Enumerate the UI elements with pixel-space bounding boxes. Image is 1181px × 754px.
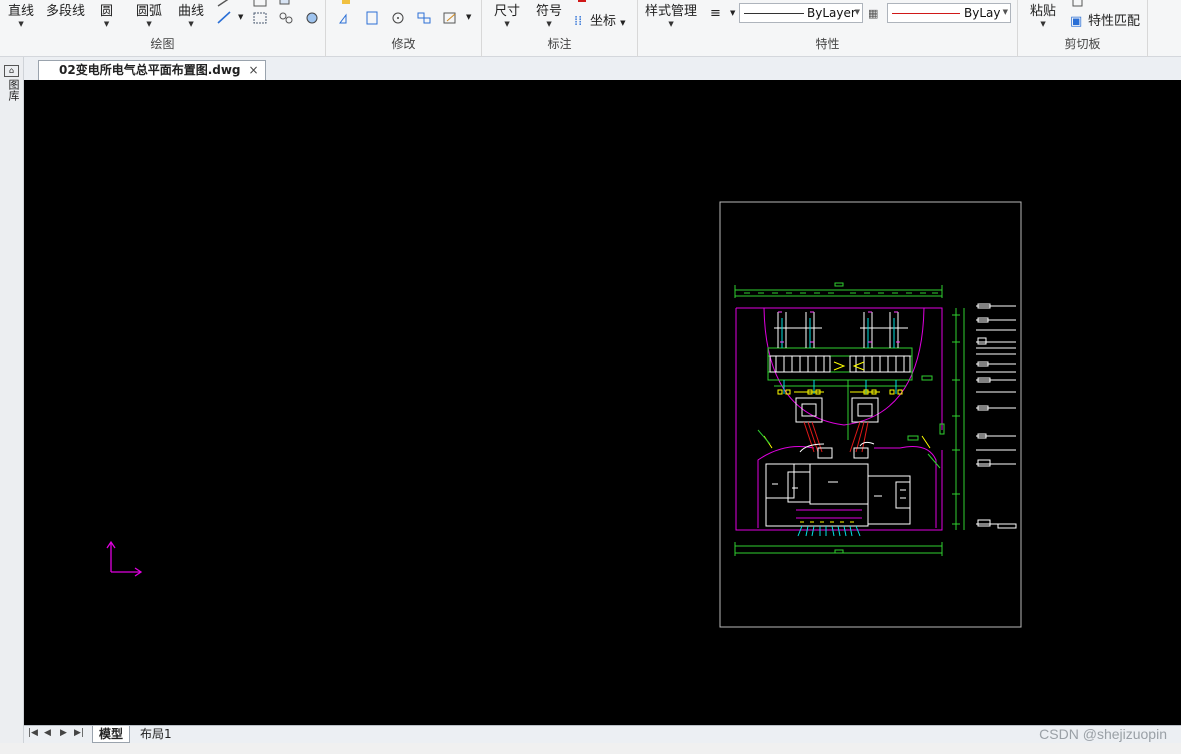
annotate-panel: 尺寸 ▼ 符号 ▼ ⁞⁞ 坐标 ▼ 标注 bbox=[482, 0, 638, 57]
array-icon[interactable] bbox=[416, 11, 432, 25]
annotate-panel-title: 标注 bbox=[547, 37, 572, 51]
tab-layout1[interactable]: 布局1 bbox=[134, 726, 178, 743]
legend-table bbox=[976, 303, 1017, 529]
edit-icon[interactable] bbox=[442, 11, 458, 25]
document-tab-title: 02变电所电气总平面布置图.dwg bbox=[59, 63, 241, 77]
modify-panel: ▼ 修改 bbox=[326, 0, 482, 57]
chevron-down-icon: ▼ bbox=[854, 8, 860, 16]
linetype-preview bbox=[744, 13, 804, 14]
hatch-icon[interactable] bbox=[252, 11, 268, 25]
chevron-down-icon[interactable]: ▼ bbox=[730, 9, 735, 17]
tab-model[interactable]: 模型 bbox=[92, 726, 131, 743]
document-tab[interactable]: 02变电所电气总平面布置图.dwg × bbox=[38, 60, 266, 80]
close-icon[interactable]: × bbox=[248, 61, 258, 80]
chevron-down-icon: ▼ bbox=[188, 20, 194, 28]
move-icon[interactable] bbox=[338, 0, 354, 8]
library-label[interactable]: 图库 bbox=[5, 79, 20, 101]
properties-panel: 样式管理▼ ≡ ▼ ByLayer ▼ ▦ ByLayer ▼ 特性 bbox=[638, 0, 1018, 57]
prev-tab-icon[interactable]: ◀ bbox=[44, 728, 51, 738]
linetype-value: ByLayer bbox=[807, 6, 856, 20]
coordinate-icon: ⁞⁞ bbox=[574, 14, 583, 29]
chevron-down-icon: ▼ bbox=[103, 20, 110, 28]
rectangle-icon[interactable] bbox=[252, 0, 268, 8]
color-value: ByLayer bbox=[964, 6, 1000, 20]
lineweight-icon[interactable]: ≡ bbox=[710, 6, 721, 21]
style-manager-button[interactable]: 样式管理 ▼ bbox=[645, 0, 697, 28]
properties-panel-title: 特性 bbox=[815, 37, 840, 51]
ribbon: 直线 ▼ 多段线 圆 ▼ 圆弧 ▼ 曲线 ▼ ▼ 绘图 ▼ 修改 尺寸 ▼ 符号… bbox=[0, 0, 1181, 57]
arc-button[interactable]: 圆弧 ▼ bbox=[136, 0, 162, 28]
rotate-icon[interactable] bbox=[390, 11, 406, 25]
linetype-scale-icon[interactable]: ▦ bbox=[868, 7, 878, 20]
polyline-button[interactable]: 多段线 bbox=[46, 0, 85, 19]
library-icon[interactable]: ⌂ bbox=[4, 65, 19, 77]
clipboard-panel: 粘贴 ▼ ▣ 特性匹配 剪切板 bbox=[1018, 0, 1148, 57]
color-preview bbox=[892, 13, 960, 14]
chevron-down-icon: ▼ bbox=[546, 20, 552, 28]
left-sidebar: ⌂ 图库 bbox=[0, 57, 24, 754]
circle-button[interactable]: 圆 ▼ bbox=[100, 0, 113, 28]
linetype-select[interactable]: ByLayer ▼ bbox=[739, 3, 863, 23]
ray-icon[interactable] bbox=[216, 0, 232, 8]
leader-icon[interactable] bbox=[574, 0, 590, 8]
match-properties-icon: ▣ bbox=[1070, 14, 1083, 29]
chevron-down-icon: ▼ bbox=[18, 20, 24, 28]
chevron-down-icon: ▼ bbox=[146, 20, 152, 28]
stretch-icon[interactable] bbox=[364, 11, 380, 25]
watermark: CSDN @shejizuopin bbox=[1039, 726, 1167, 742]
modify-panel-title: 修改 bbox=[391, 37, 416, 51]
line-button[interactable]: 直线 ▼ bbox=[8, 0, 34, 28]
first-tab-icon[interactable]: |◀ bbox=[28, 728, 38, 738]
clipboard-panel-title: 剪切板 bbox=[1064, 37, 1101, 51]
chevron-down-icon: ▼ bbox=[504, 20, 510, 28]
layout-tab-bar: |◀ ◀ ▶ ▶| 模型 布局1 bbox=[24, 725, 1181, 743]
region-icon[interactable] bbox=[278, 0, 294, 8]
mirror-icon[interactable] bbox=[338, 11, 354, 25]
drawing-svg bbox=[106, 201, 1022, 628]
block-icon[interactable] bbox=[278, 11, 294, 25]
draw-panel: 直线 ▼ 多段线 圆 ▼ 圆弧 ▼ 曲线 ▼ ▼ 绘图 bbox=[0, 0, 326, 57]
chevron-down-icon: ▼ bbox=[620, 19, 626, 27]
draw-panel-title: 绘图 bbox=[150, 37, 175, 51]
gradient-icon[interactable] bbox=[304, 11, 320, 25]
floor-plan-drawing bbox=[734, 282, 965, 556]
ucs-icon bbox=[106, 540, 143, 577]
paste-button[interactable]: 粘贴 ▼ bbox=[1030, 0, 1056, 28]
dimension-button[interactable]: 尺寸 ▼ bbox=[494, 0, 520, 28]
cad-app-window: 直线 ▼ 多段线 圆 ▼ 圆弧 ▼ 曲线 ▼ ▼ 绘图 ▼ 修改 尺寸 ▼ 符号… bbox=[0, 0, 1181, 754]
chevron-down-icon: ▼ bbox=[1040, 20, 1046, 28]
chevron-down-icon[interactable]: ▼ bbox=[466, 13, 471, 21]
next-tab-icon[interactable]: ▶ bbox=[60, 728, 67, 738]
status-bar bbox=[0, 743, 1181, 754]
chevron-down-icon: ▼ bbox=[1002, 8, 1008, 16]
copy-icon[interactable] bbox=[1070, 0, 1086, 8]
chevron-down-icon: ▼ bbox=[668, 20, 674, 28]
match-properties-button[interactable]: ▣ 特性匹配 bbox=[1070, 10, 1140, 29]
chevron-down-icon[interactable]: ▼ bbox=[238, 13, 243, 21]
coordinate-button[interactable]: ⁞⁞ 坐标 ▼ bbox=[574, 10, 626, 29]
construction-line-icon[interactable] bbox=[216, 10, 232, 24]
drawing-canvas[interactable] bbox=[24, 80, 1181, 725]
paper-frame bbox=[719, 201, 1022, 628]
color-select[interactable]: ByLayer ▼ bbox=[887, 3, 1011, 23]
curve-button[interactable]: 曲线 ▼ bbox=[178, 0, 204, 28]
symbol-button[interactable]: 符号 ▼ bbox=[536, 0, 562, 28]
last-tab-icon[interactable]: ▶| bbox=[74, 728, 84, 738]
